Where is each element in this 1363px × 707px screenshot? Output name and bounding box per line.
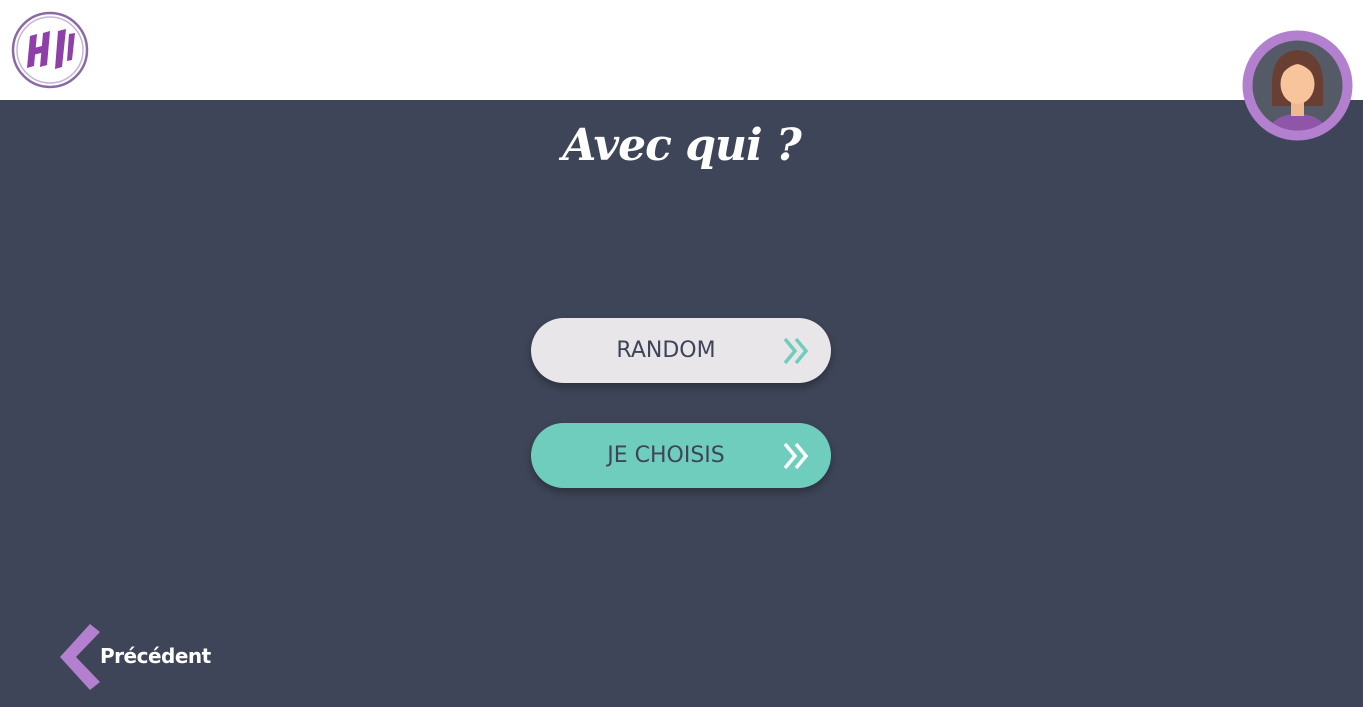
random-button-label: RANDOM bbox=[616, 338, 716, 363]
user-avatar-icon[interactable] bbox=[1242, 30, 1353, 141]
main-panel bbox=[0, 100, 1363, 707]
header-bar bbox=[0, 0, 1363, 100]
chevron-left-icon bbox=[60, 624, 100, 690]
previous-button-label: Précédent bbox=[100, 644, 211, 668]
choose-button[interactable]: JE CHOISIS bbox=[531, 423, 831, 488]
random-button[interactable]: RANDOM bbox=[531, 318, 831, 383]
previous-button[interactable]: Précédent bbox=[58, 622, 218, 692]
hi-logo-icon[interactable] bbox=[10, 10, 90, 90]
page-title: Avec qui ? bbox=[562, 120, 802, 171]
double-chevron-right-icon bbox=[783, 442, 809, 470]
choose-button-label: JE CHOISIS bbox=[607, 443, 725, 468]
double-chevron-right-icon bbox=[783, 337, 809, 365]
